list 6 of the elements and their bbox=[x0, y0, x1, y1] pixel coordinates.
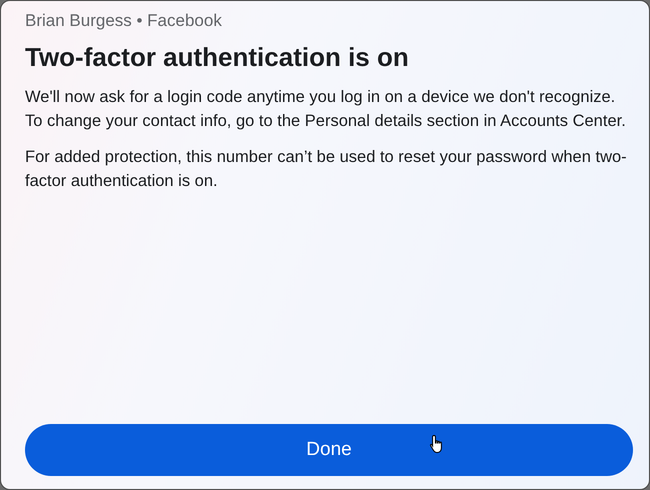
dialog-title: Two-factor authentication is on bbox=[25, 41, 410, 73]
done-button[interactable]: Done bbox=[25, 424, 633, 476]
description-text: We'll now ask for a login code anytime you log in on a device we don't recognize. To change your contact info, go to the Personal details section in Accounts Center. bbox=[25, 87, 627, 132]
account-label: Brian Burgess • Facebook bbox=[25, 10, 223, 32]
hand-cursor-icon bbox=[429, 434, 445, 454]
description-text: For added protection, this number can’t be used to reset your password when two-factor authentication is on. bbox=[25, 147, 628, 192]
